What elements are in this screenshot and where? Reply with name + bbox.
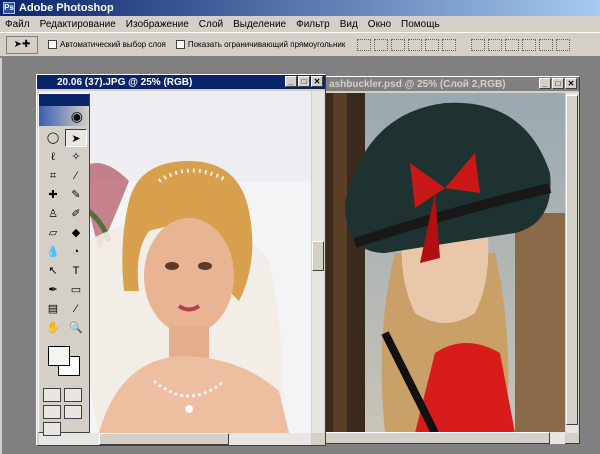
menu-image[interactable]: Изображение [121, 19, 194, 30]
standard-mode-icon[interactable] [43, 388, 61, 402]
minimize-icon[interactable]: _ [285, 76, 297, 87]
close-icon[interactable]: ✕ [311, 76, 323, 87]
zoom-tool-icon[interactable]: 🔍 [65, 319, 87, 337]
distribute-left-icon[interactable] [522, 38, 537, 51]
lasso-tool-icon[interactable]: ℓ [42, 148, 64, 166]
distribute-right-icon[interactable] [556, 38, 571, 51]
paint-bucket-icon[interactable]: ◆ [65, 224, 87, 242]
pirate-photo-image [325, 93, 565, 433]
move-tool-icon[interactable]: ➤ [65, 129, 87, 147]
tool-preset-picker[interactable]: ➤✚ [6, 35, 38, 54]
document-2-canvas[interactable] [325, 93, 565, 433]
distribute-middle-icon[interactable] [488, 38, 503, 51]
align-right-icon[interactable] [442, 38, 457, 51]
app-title: Adobe Photoshop [19, 2, 114, 14]
toolbox-palette: ◉ ◯ ➤ ℓ ✧ ⌗ ⁄ ✚ ✎ ♙ ✐ ▱ ◆ 💧 ◔ ↖ T ✒ ▭ ▤ … [38, 93, 90, 436]
menu-filter[interactable]: Фильтр [291, 19, 335, 30]
crop-tool-icon[interactable]: ⌗ [42, 167, 64, 185]
left-edge [0, 58, 2, 454]
document-2-vertical-scrollbar[interactable] [566, 93, 578, 433]
clone-stamp-icon[interactable]: ♙ [42, 205, 64, 223]
maximize-icon[interactable]: □ [552, 78, 564, 89]
align-top-icon[interactable] [357, 38, 372, 51]
brush-tool-icon[interactable]: ✎ [65, 186, 87, 204]
scroll-thumb[interactable] [99, 433, 229, 445]
align-bottom-icon[interactable] [391, 38, 406, 51]
type-tool-icon[interactable]: T [65, 262, 87, 280]
menu-window[interactable]: Окно [363, 19, 396, 30]
standard-screen-icon[interactable] [43, 405, 61, 419]
hand-tool-icon[interactable]: ✋ [42, 319, 64, 337]
distribute-top-icon[interactable] [471, 38, 486, 51]
move-tool-icon: ➤✚ [13, 39, 31, 50]
checkbox-box[interactable] [48, 40, 57, 49]
menu-file[interactable]: Файл [0, 19, 35, 30]
eye-icon: ◉ [70, 107, 83, 124]
history-brush-icon[interactable]: ✐ [65, 205, 87, 223]
scroll-thumb[interactable] [325, 432, 550, 444]
options-bar: ➤✚ Автоматический выбор слоя Показать ог… [0, 33, 600, 57]
maximize-icon[interactable]: □ [298, 76, 310, 87]
document-window-2[interactable]: ashbuckler.psd @ 25% (Слой 2,RGB) _ □ ✕ [322, 76, 580, 444]
jump-to-imageready-icon[interactable] [43, 422, 61, 436]
quick-mask-icon[interactable] [64, 388, 82, 402]
edit-mode-buttons [43, 388, 85, 402]
menu-edit[interactable]: Редактирование [35, 19, 121, 30]
menu-view[interactable]: Вид [335, 19, 363, 30]
distribute-bottom-icon[interactable] [505, 38, 520, 51]
align-buttons [357, 38, 459, 51]
marquee-tool-icon[interactable]: ◯ [42, 129, 64, 147]
document-1-vertical-scrollbar[interactable] [312, 91, 324, 433]
path-select-icon[interactable]: ↖ [42, 262, 64, 280]
bounding-box-checkbox[interactable]: Показать ограничивающий прямоугольник [175, 40, 346, 49]
photoshop-icon: Ps [3, 2, 15, 14]
magic-wand-tool-icon[interactable]: ✧ [65, 148, 87, 166]
slice-tool-icon[interactable]: ⁄ [65, 167, 87, 185]
tool-grid: ◯ ➤ ℓ ✧ ⌗ ⁄ ✚ ✎ ♙ ✐ ▱ ◆ 💧 ◔ ↖ T ✒ ▭ ▤ ⁄ … [39, 126, 89, 340]
jump-to-buttons [43, 422, 85, 436]
menu-help[interactable]: Помощь [396, 19, 445, 30]
close-icon[interactable]: ✕ [565, 78, 577, 89]
color-swatches [42, 344, 86, 384]
toolbox-titlebar[interactable] [39, 94, 89, 106]
pen-tool-icon[interactable]: ✒ [42, 281, 64, 299]
menu-bar: Файл Редактирование Изображение Слой Выд… [0, 16, 600, 33]
blur-tool-icon[interactable]: 💧 [42, 243, 64, 261]
foreground-color-swatch[interactable] [48, 346, 70, 366]
eraser-tool-icon[interactable]: ▱ [42, 224, 64, 242]
menu-select[interactable]: Выделение [228, 19, 291, 30]
distribute-center-icon[interactable] [539, 38, 554, 51]
dodge-tool-icon[interactable]: ◔ [65, 243, 87, 261]
screen-mode-buttons [43, 405, 85, 419]
auto-select-label: Автоматический выбор слоя [60, 40, 166, 49]
eyedropper-tool-icon[interactable]: ⁄ [65, 300, 87, 318]
scroll-thumb[interactable] [312, 241, 324, 271]
checkbox-box[interactable] [175, 40, 185, 49]
align-left-icon[interactable] [408, 38, 423, 51]
photoshop-eye-logo[interactable]: ◉ [39, 106, 89, 126]
full-screen-menu-icon[interactable] [64, 405, 82, 419]
document-2-title: ashbuckler.psd @ 25% (Слой 2,RGB) [329, 78, 506, 90]
app-titlebar: Ps Adobe Photoshop [0, 0, 600, 16]
align-center-icon[interactable] [425, 38, 440, 51]
minimize-icon[interactable]: _ [539, 78, 551, 89]
distribute-buttons [471, 38, 573, 51]
shape-tool-icon[interactable]: ▭ [65, 281, 87, 299]
document-2-titlebar[interactable]: ashbuckler.psd @ 25% (Слой 2,RGB) _ □ ✕ [323, 77, 579, 91]
healing-brush-icon[interactable]: ✚ [42, 186, 64, 204]
bounding-box-label: Показать ограничивающий прямоугольник [187, 40, 346, 49]
align-middle-icon[interactable] [374, 38, 389, 51]
scroll-thumb[interactable] [566, 95, 578, 425]
menu-layer[interactable]: Слой [194, 19, 228, 30]
document-1-titlebar[interactable]: 20.06 (37).JPG @ 25% (RGB) _ □ ✕ [37, 75, 325, 89]
auto-select-checkbox[interactable]: Автоматический выбор слоя [48, 40, 166, 49]
document-2-horizontal-scrollbar[interactable] [325, 432, 565, 444]
notes-tool-icon[interactable]: ▤ [42, 300, 64, 318]
document-1-title: 20.06 (37).JPG @ 25% (RGB) [57, 76, 193, 88]
